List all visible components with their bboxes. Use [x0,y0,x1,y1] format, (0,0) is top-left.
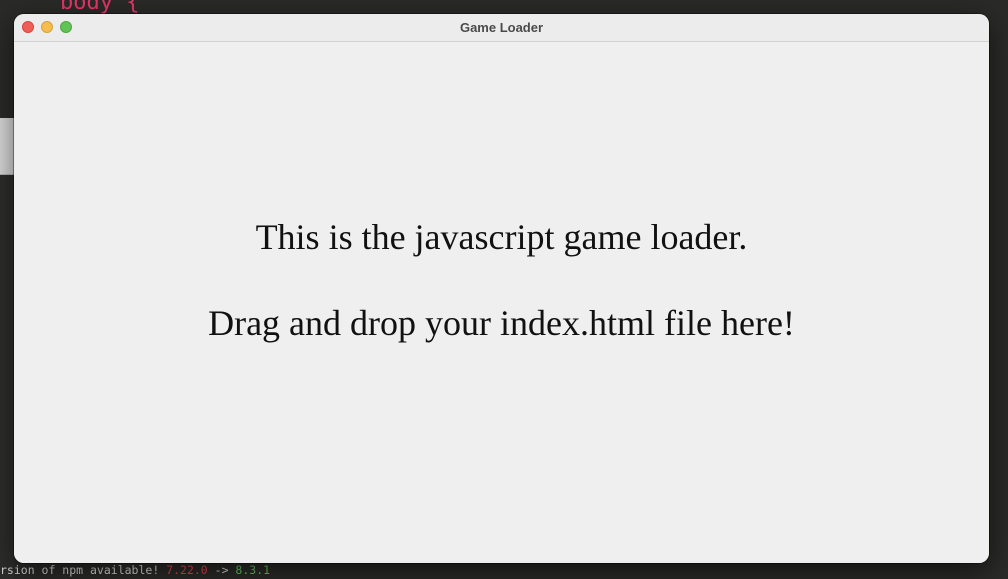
window-controls [22,21,72,33]
file-drop-zone[interactable]: This is the javascript game loader. Drag… [14,42,989,563]
game-loader-window: Game Loader This is the javascript game … [14,14,989,563]
terminal-version-old: 7.22.0 [166,563,208,577]
intro-message: This is the javascript game loader. [255,217,748,257]
minimize-icon[interactable] [41,21,53,33]
terminal-arrow: -> [207,563,236,577]
background-editor-code: body { [60,0,139,15]
background-terminal-notice: rsion of npm available! 7.22.0 -> 8.3.1 [0,563,270,577]
window-title: Game Loader [459,20,544,35]
editor-code-text: body { [60,0,140,15]
title-bar[interactable]: Game Loader [14,14,989,42]
terminal-notice-text: rsion of npm available! [0,563,167,577]
background-terminal-tab [0,118,14,175]
desktop: body { rsion of npm available! 7.22.0 ->… [0,0,1008,579]
close-icon[interactable] [22,21,34,33]
background-terminal [0,118,14,579]
maximize-icon[interactable] [60,21,72,33]
terminal-version-new: 8.3.1 [235,563,271,577]
drop-instruction: Drag and drop your index.html file here! [208,303,795,343]
window-content: This is the javascript game loader. Drag… [14,42,989,563]
